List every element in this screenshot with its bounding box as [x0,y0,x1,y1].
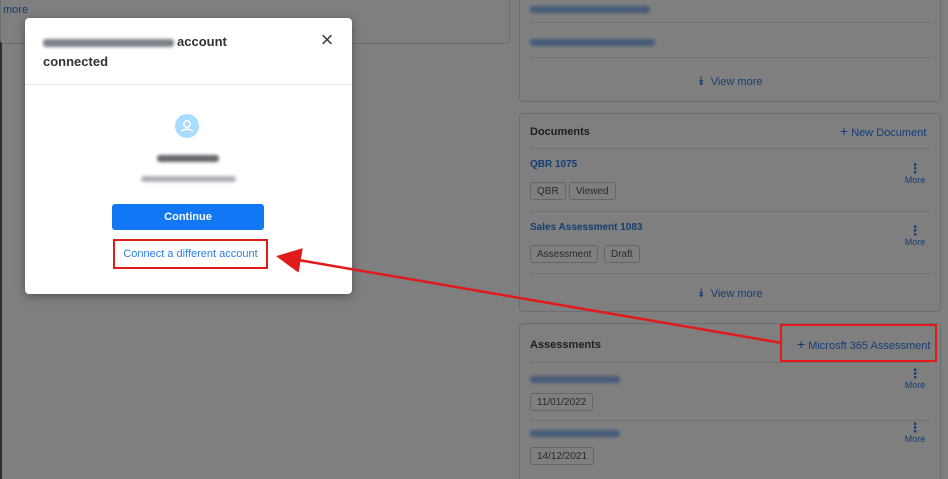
annotation-arrow [276,248,783,345]
